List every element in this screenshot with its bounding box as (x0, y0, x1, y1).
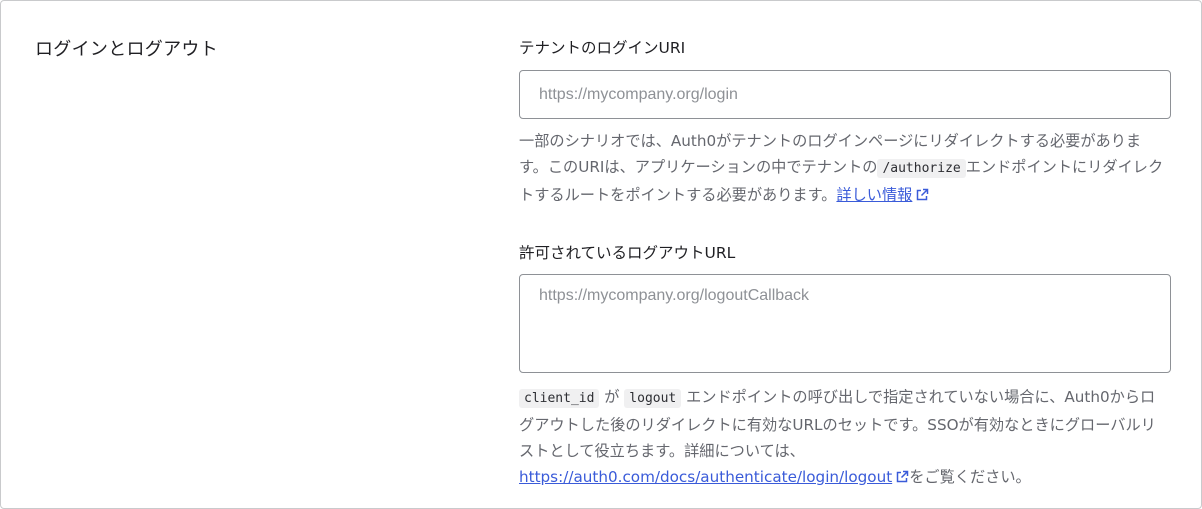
logout-help-text-1: が (604, 388, 620, 406)
login-logout-settings-panel: ログインとログアウト テナントのログインURI 一部のシナリオでは、Auth0が… (0, 0, 1202, 509)
login-uri-input[interactable] (519, 70, 1171, 119)
logout-urls-help: client_id が logout エンドポイントの呼び出しで指定されていない… (519, 384, 1169, 492)
learn-more-label: 詳しい情報 (836, 186, 913, 204)
section-title: ログインとログアウト (35, 39, 218, 60)
external-link-icon[interactable] (895, 466, 909, 492)
external-link-icon[interactable] (915, 184, 929, 210)
logout-urls-label: 許可されているログアウトURL (519, 244, 736, 262)
logout-docs-label: https://auth0.com/docs/authenticate/logi… (519, 468, 893, 486)
login-uri-help: 一部のシナリオでは、Auth0がテナントのログインページにリダイレクトする必要が… (519, 128, 1169, 210)
logout-code: logout (624, 389, 682, 408)
login-uri-label: テナントのログインURI (519, 39, 686, 57)
logout-docs-link[interactable]: https://auth0.com/docs/authenticate/logi… (519, 468, 892, 486)
authorize-code: /authorize (877, 159, 966, 178)
learn-more-link[interactable]: 詳しい情報 (836, 186, 912, 204)
logout-urls-textarea[interactable] (519, 274, 1171, 373)
client-id-code: client_id (519, 389, 600, 408)
logout-help-text-3: をご覧ください。 (909, 468, 1031, 486)
